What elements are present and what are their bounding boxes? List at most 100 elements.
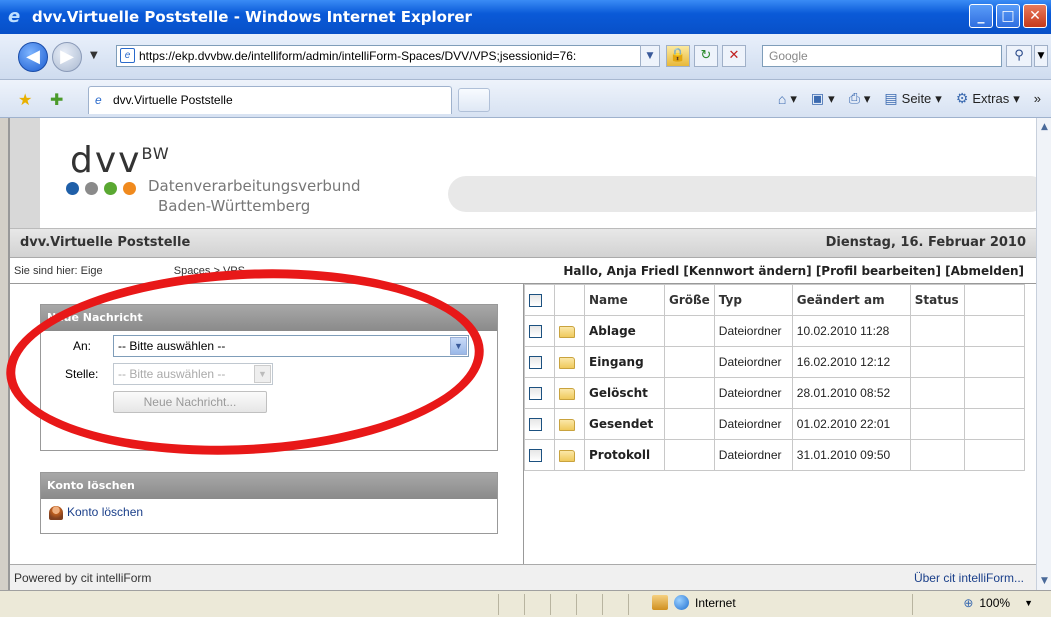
row-checkbox[interactable] (529, 418, 542, 431)
page-menu-icon: ▤ (884, 90, 898, 106)
table-row[interactable]: Gelöscht Dateiordner 28.01.2010 08:52 (524, 377, 1025, 409)
lock-icon[interactable]: 🔒 (666, 45, 690, 67)
folder-icon-cell (554, 408, 585, 440)
file-type: Dateiordner (713, 408, 793, 440)
file-status (909, 377, 965, 409)
row-checkbox-cell[interactable] (524, 439, 555, 471)
back-button[interactable]: ◀ (18, 42, 48, 72)
window-title-bar[interactable]: e dvv.Virtuelle Poststelle - Windows Int… (0, 0, 1051, 34)
column-header-status[interactable]: Status (909, 284, 965, 316)
delete-account-link[interactable]: Konto löschen (41, 499, 497, 526)
command-bar: ⌂ ▾ ▣ ▾ ⎙ ▾ ▤ Seite ▾ ⚙ Extras ▾ » (778, 90, 1041, 107)
status-divider (498, 594, 499, 615)
search-options-icon[interactable]: ▼ (1034, 45, 1048, 67)
address-dropdown-icon[interactable]: ▼ (640, 45, 660, 67)
file-name[interactable]: Eingang (584, 346, 665, 378)
file-list-pane: Name Größe Typ Geändert am Status Ablage… (524, 284, 1036, 564)
more-commands-icon[interactable]: » (1034, 91, 1041, 106)
security-zone[interactable]: Internet (652, 595, 736, 610)
feeds-icon: ▣ (810, 90, 825, 106)
new-message-heading: Neue Nachricht (41, 305, 497, 331)
row-checkbox[interactable] (529, 356, 542, 369)
logo-line-2: Baden-Württemberg (158, 197, 311, 215)
column-header-type[interactable]: Typ (713, 284, 793, 316)
file-modified: 10.02.2010 11:28 (791, 315, 911, 347)
file-status (909, 439, 965, 471)
breadcrumb: Sie sind hier: Eige Spaces > VPS (14, 258, 245, 284)
new-message-button[interactable]: Neue Nachricht... (113, 391, 267, 413)
close-button[interactable]: ✕ (1023, 4, 1047, 28)
column-header-modified[interactable]: Geändert am (791, 284, 911, 316)
home-button[interactable]: ⌂ ▾ (778, 91, 797, 107)
office-select[interactable]: -- Bitte auswählen -- ▼ (113, 363, 273, 385)
file-name[interactable]: Ablage (584, 315, 665, 347)
scroll-up-icon[interactable]: ▲ (1038, 120, 1051, 134)
filler-cell (963, 315, 1025, 347)
file-size (664, 377, 715, 409)
tools-menu[interactable]: ⚙ Extras ▾ (956, 90, 1020, 107)
page-menu[interactable]: ▤ Seite ▾ (884, 90, 941, 107)
breadcrumb-link[interactable]: Spaces > VPS (174, 265, 245, 277)
row-checkbox[interactable] (529, 325, 542, 338)
vertical-scrollbar[interactable]: ▲ ▼ (1036, 118, 1051, 590)
protected-mode-icon (652, 595, 668, 610)
tools-menu-label: Extras (972, 91, 1010, 106)
file-name[interactable]: Gelöscht (584, 377, 665, 409)
minimize-button[interactable]: _ (969, 4, 993, 28)
new-tab-button[interactable] (458, 88, 490, 112)
user-greeting[interactable]: Hallo, Anja Friedl [Kennwort ändern] [Pr… (563, 258, 1024, 284)
breadcrumb-prefix: Sie sind hier: Eige (14, 265, 103, 277)
delete-account-panel: Konto löschen Konto löschen (40, 472, 498, 534)
folder-icon (559, 418, 575, 431)
search-input[interactable]: Google (762, 45, 1002, 67)
tab-page-icon: e (95, 93, 102, 107)
file-type: Dateiordner (713, 377, 793, 409)
chevron-down-icon: ▼ (254, 365, 271, 383)
zoom-control[interactable]: ⊕ 100% ▼ (963, 596, 1033, 610)
table-row[interactable]: Eingang Dateiordner 16.02.2010 12:12 (524, 346, 1025, 378)
row-checkbox-cell[interactable] (524, 346, 555, 378)
file-name[interactable]: Protokoll (584, 439, 665, 471)
select-all-checkbox[interactable] (529, 294, 542, 307)
add-favorite-icon[interactable]: ✚ (50, 90, 63, 109)
row-checkbox[interactable] (529, 449, 542, 462)
to-select[interactable]: -- Bitte auswählen -- ▼ (113, 335, 469, 357)
search-icon[interactable]: ⚲ (1006, 45, 1032, 67)
favorites-star-icon[interactable]: ★ (18, 90, 32, 109)
table-row[interactable]: Protokoll Dateiordner 31.01.2010 09:50 (524, 439, 1025, 471)
row-checkbox-cell[interactable] (524, 408, 555, 440)
maximize-button[interactable]: □ (996, 4, 1020, 28)
select-all-cell[interactable] (524, 284, 555, 316)
status-divider (550, 594, 551, 615)
file-size (664, 408, 715, 440)
filler-cell (963, 346, 1025, 378)
about-link[interactable]: Über cit intelliForm... (914, 565, 1024, 590)
window-title: dvv.Virtuelle Poststelle - Windows Inter… (32, 8, 472, 26)
row-checkbox[interactable] (529, 387, 542, 400)
file-type: Dateiordner (713, 439, 793, 471)
folder-icon (559, 356, 575, 369)
feeds-button[interactable]: ▣ ▾ (811, 90, 835, 107)
stop-icon[interactable]: ✕ (722, 45, 746, 67)
tab-toolbar: ★ ✚ e dvv.Virtuelle Poststelle ⌂ ▾ ▣ ▾ ⎙ ▾ … (0, 80, 1051, 118)
print-button[interactable]: ⎙ ▾ (849, 90, 871, 107)
row-checkbox-cell[interactable] (524, 377, 555, 409)
browser-tab[interactable]: e dvv.Virtuelle Poststelle (88, 86, 452, 114)
history-dropdown-icon[interactable]: ▼ (90, 50, 98, 61)
table-row[interactable]: Ablage Dateiordner 10.02.2010 11:28 (524, 315, 1025, 347)
address-bar[interactable]: e https://ekp.dvvbw.de/intelliform/admin… (116, 45, 660, 67)
icon-column-header (554, 284, 585, 316)
forward-button[interactable]: ▶ (52, 42, 82, 72)
row-checkbox-cell[interactable] (524, 315, 555, 347)
folder-icon-cell (554, 346, 585, 378)
column-header-size[interactable]: Größe (664, 284, 715, 316)
table-row[interactable]: Gesendet Dateiordner 01.02.2010 22:01 (524, 408, 1025, 440)
file-status (909, 346, 965, 378)
column-header-name[interactable]: Name (584, 284, 665, 316)
scroll-down-icon[interactable]: ▼ (1038, 574, 1051, 588)
table-header-row: Name Größe Typ Geändert am Status (524, 284, 1025, 316)
refresh-icon[interactable]: ↻ (694, 45, 718, 67)
office-label: Stelle: (65, 367, 99, 381)
file-size (664, 439, 715, 471)
file-name[interactable]: Gesendet (584, 408, 665, 440)
